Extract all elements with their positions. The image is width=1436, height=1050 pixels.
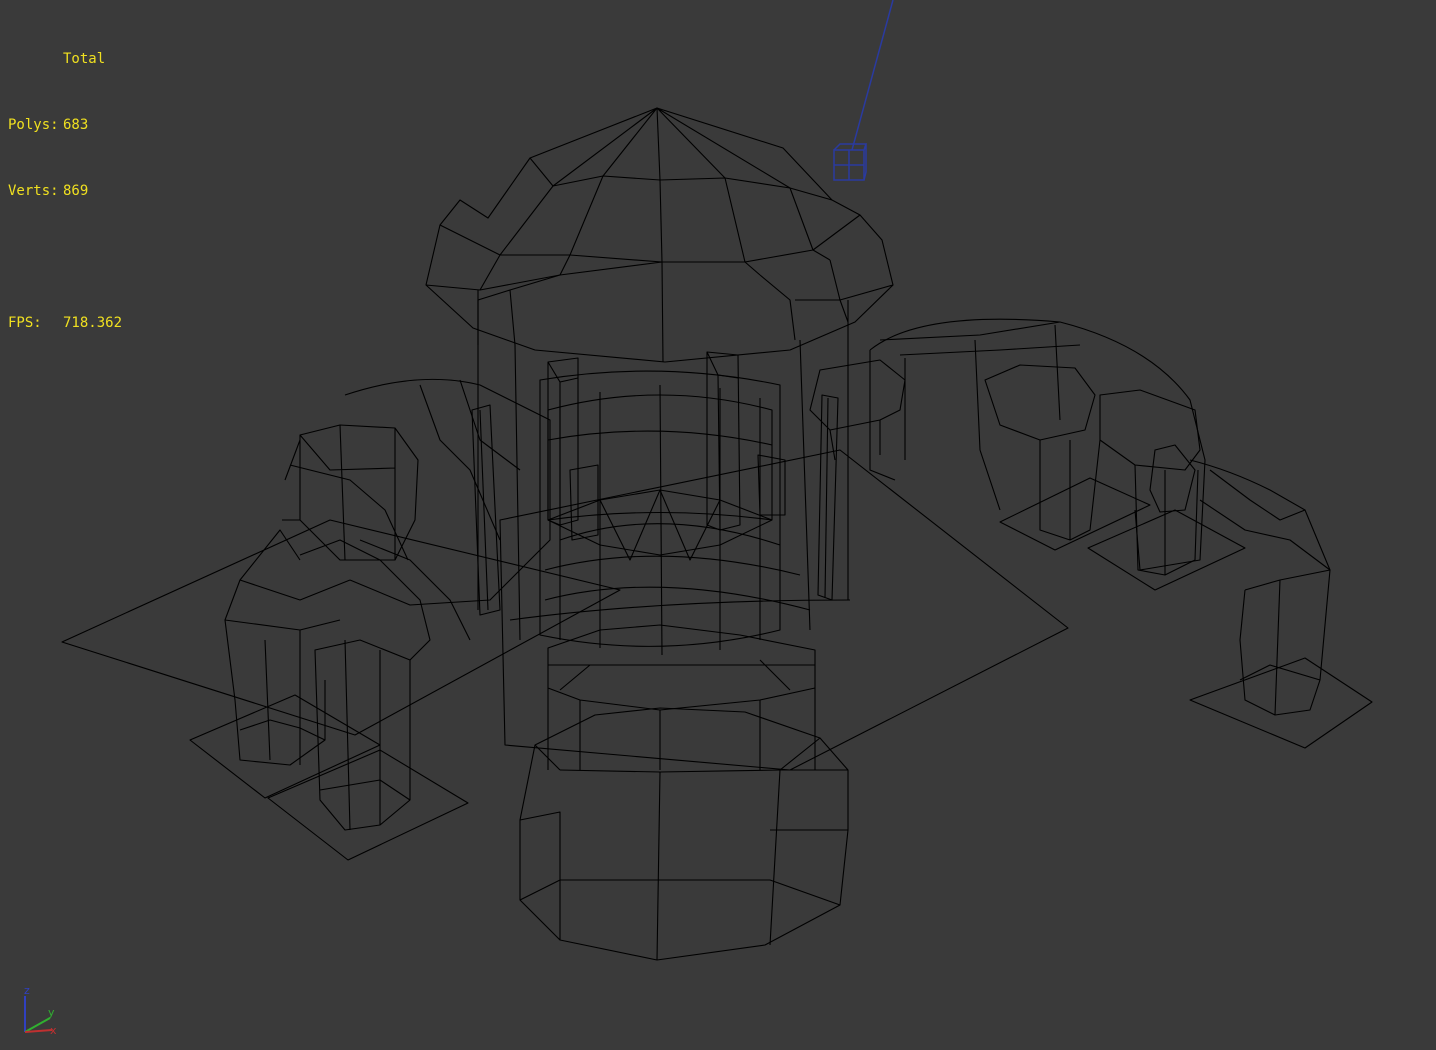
- roof-dome: [425, 107, 894, 363]
- left-arm-pipes: [224, 378, 551, 831]
- column-pillars: [471, 351, 839, 616]
- ground-plates: [61, 449, 1373, 861]
- light-target-icon[interactable]: [833, 0, 894, 181]
- 3d-viewport[interactable]: Total Polys:683 Verts:869 FPS:718.362: [0, 0, 1436, 1050]
- right-arm-pipes: [809, 318, 1331, 716]
- z-axis-label: z: [24, 984, 30, 997]
- axis-gizmo: z y x: [24, 984, 57, 1037]
- wireframe-scene[interactable]: z y x: [0, 0, 1436, 1050]
- x-axis-label: x: [50, 1024, 57, 1037]
- central-column: [477, 300, 851, 656]
- lower-base-drum: [519, 624, 849, 961]
- wireframe-tower-structure[interactable]: [61, 107, 1373, 961]
- y-axis-label: y: [48, 1006, 55, 1019]
